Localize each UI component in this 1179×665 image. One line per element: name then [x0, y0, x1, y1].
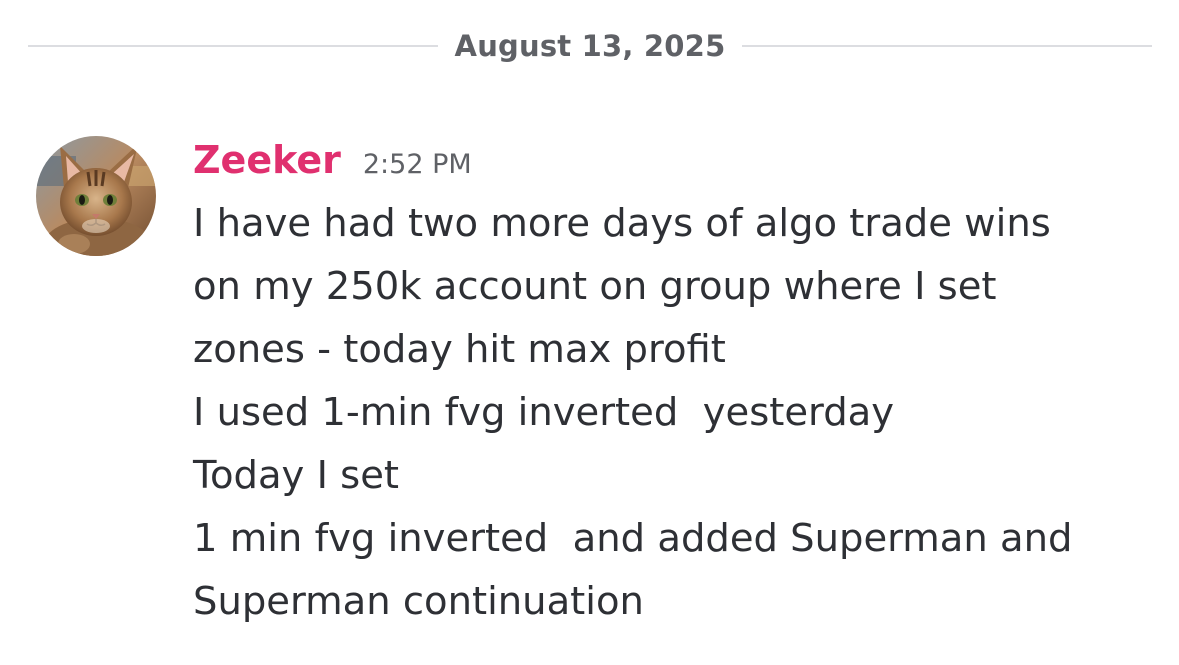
message-line: Today I set — [193, 453, 400, 498]
message-header: Zeeker 2:52 PM — [193, 136, 1153, 186]
message-line: I used 1-min fvg inverted yesterday — [193, 390, 895, 435]
message-line: on my 250k account on group where I set — [193, 264, 997, 309]
message-line: 1 min fvg inverted and added Superman an… — [193, 516, 1073, 561]
message-content: I have had two more days of algo trade w… — [193, 192, 1153, 633]
message-line: I have had two more days of algo trade w… — [193, 201, 1051, 246]
date-divider: August 13, 2025 — [28, 24, 1152, 68]
message-line: Superman continuation — [193, 579, 644, 624]
cat-avatar-icon — [36, 136, 156, 256]
author-name[interactable]: Zeeker — [193, 136, 341, 184]
divider-line-right — [742, 45, 1152, 47]
avatar[interactable] — [36, 136, 156, 256]
message-timestamp: 2:52 PM — [362, 149, 472, 180]
message-body: Zeeker 2:52 PM I have had two more days … — [193, 136, 1153, 633]
message-line: zones - today hit max profit — [193, 327, 726, 372]
